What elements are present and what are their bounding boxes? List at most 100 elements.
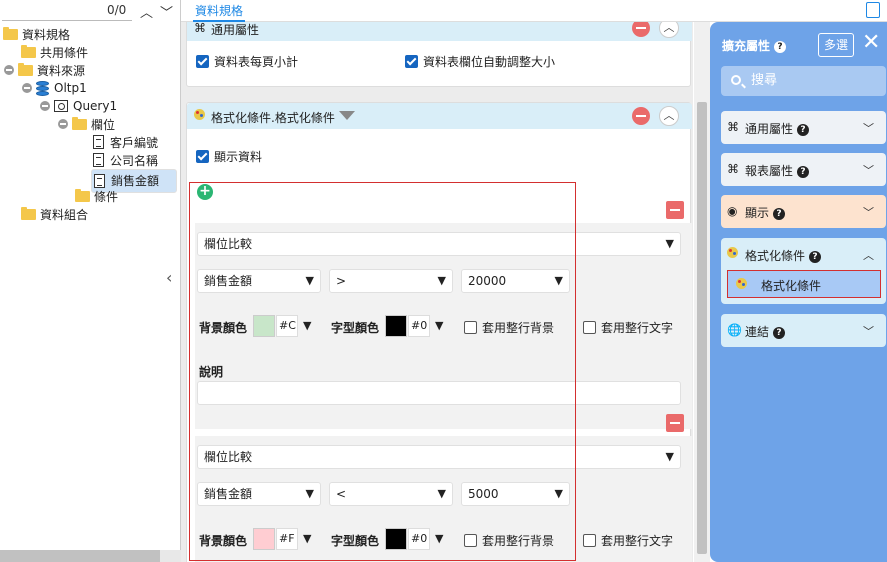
row-text-checkbox[interactable]: 套用整行文字	[583, 319, 673, 336]
help-icon[interactable]: ?	[773, 326, 786, 339]
section-display[interactable]: ◉ 顯示? ﹀	[721, 195, 886, 228]
tree-node-company[interactable]: 公司名稱	[93, 151, 158, 169]
row-bg-checkbox[interactable]: 套用整行背景	[464, 532, 554, 549]
close-icon[interactable]: ✕	[862, 32, 880, 54]
card-title: 格式化條件.格式化條件	[211, 111, 335, 125]
help-icon[interactable]: ?	[773, 207, 786, 220]
value-select[interactable]: 20000 ▼	[461, 269, 570, 293]
tree-node-spec[interactable]: 資料規格	[3, 25, 70, 43]
field-select[interactable]: 銷售金額 ▼	[197, 269, 321, 293]
bg-color-swatch[interactable]	[253, 315, 275, 337]
section-link[interactable]: 🌐 連結? ﹀	[721, 314, 886, 347]
tree-node-label: 資料規格	[22, 27, 71, 42]
scrollbar-thumb[interactable]	[0, 550, 160, 562]
section-general[interactable]: ⌘ 通用屬性? ﹀	[721, 111, 886, 144]
operator-select[interactable]: < ▼	[329, 482, 453, 506]
horizontal-scrollbar[interactable]	[0, 550, 181, 562]
value-select[interactable]: 5000 ▼	[461, 482, 570, 506]
tree-node-label: Oltp1	[54, 81, 87, 95]
dropdown-caret-icon[interactable]	[339, 111, 355, 120]
multi-select-button[interactable]: 多選	[818, 33, 854, 57]
checkbox-label: 套用整行文字	[601, 534, 674, 548]
section-label: 通用屬性	[745, 122, 794, 136]
rule-type-select[interactable]: 欄位比較 ▼	[197, 232, 681, 256]
help-icon[interactable]: ?	[797, 165, 810, 178]
show-data-checkbox[interactable]: 顯示資料	[196, 148, 262, 165]
search-placeholder: 搜尋	[751, 73, 778, 88]
font-color-swatch[interactable]	[385, 528, 407, 550]
collapse-button[interactable]: ︿	[659, 22, 679, 38]
subtotal-checkbox[interactable]: 資料表每頁小計	[196, 53, 298, 70]
tree-node-source[interactable]: 資料來源	[4, 61, 85, 79]
tree-node-fields[interactable]: 欄位	[58, 115, 115, 133]
caret-down-icon[interactable]: ▼	[435, 319, 443, 332]
font-color-input[interactable]: #0	[408, 315, 430, 337]
operator-select[interactable]: > ▼	[329, 269, 453, 293]
command-icon: ⌘	[727, 120, 739, 134]
select-value: 20000	[468, 274, 507, 288]
help-icon[interactable]: ?	[797, 123, 810, 136]
row-bg-checkbox[interactable]: 套用整行背景	[464, 319, 554, 336]
page-icon[interactable]	[866, 2, 880, 18]
font-color-input[interactable]: #0	[408, 528, 430, 550]
remove-button[interactable]	[632, 107, 650, 125]
format-card-header[interactable]: 格式化條件.格式化條件 ︿	[187, 103, 692, 129]
tree-node-query1[interactable]: Query1	[40, 97, 117, 115]
general-card-header[interactable]: ⌘ 通用屬性 ︿	[187, 22, 692, 41]
bg-color-input[interactable]: #F	[276, 528, 298, 550]
checkbox-unchecked-icon	[583, 534, 596, 547]
vertical-scrollbar[interactable]	[694, 22, 710, 562]
row-text-checkbox[interactable]: 套用整行文字	[583, 532, 673, 549]
select-value: 銷售金額	[204, 487, 253, 501]
tree-node-customer-id[interactable]: 客戶編號	[93, 133, 158, 151]
tree-node-combine[interactable]: 資料組合	[21, 205, 88, 223]
add-rule-button[interactable]: +	[197, 184, 213, 200]
tree-node-shared[interactable]: 共用條件	[21, 43, 88, 61]
collapse-toggle-icon[interactable]	[40, 101, 50, 111]
tab-spec[interactable]: 資料規格	[193, 0, 246, 22]
chevron-down-icon: ﹀	[863, 206, 874, 219]
remove-rule-button[interactable]	[666, 414, 684, 432]
chevron-up-icon: ︿	[863, 249, 874, 262]
caret-down-icon[interactable]: ▼	[435, 532, 443, 545]
collapse-button[interactable]: ︿	[659, 106, 679, 126]
bg-color-input[interactable]: #C	[276, 315, 298, 337]
select-value: 欄位比較	[204, 237, 253, 251]
tree-node-oltp1[interactable]: Oltp1	[22, 79, 87, 97]
folder-icon	[21, 44, 36, 58]
caret-down-icon[interactable]: ▼	[303, 319, 311, 332]
caret-down-icon: ▼	[665, 237, 674, 250]
description-input[interactable]	[197, 381, 681, 405]
scrollbar-thumb[interactable]	[697, 102, 707, 554]
section-report[interactable]: ⌘ 報表屬性? ﹀	[721, 153, 886, 186]
folder-icon	[72, 116, 87, 130]
bg-color-swatch[interactable]	[253, 528, 275, 550]
checkbox-unchecked-icon	[464, 321, 477, 334]
font-color-swatch[interactable]	[385, 315, 407, 337]
help-icon[interactable]: ?	[809, 250, 822, 263]
tree-node-label: 資料來源	[37, 63, 86, 78]
autosize-checkbox[interactable]: 資料表欄位自動調整大小	[405, 53, 555, 70]
collapse-toggle-icon[interactable]	[58, 119, 68, 129]
chevron-down-icon[interactable]: ﹀	[160, 2, 173, 21]
remove-rule-button[interactable]	[666, 201, 684, 219]
collapse-panel-icon[interactable]: ‹	[166, 268, 172, 287]
section-label: 格式化條件	[745, 249, 806, 263]
remove-button[interactable]	[632, 22, 650, 37]
chevron-up-icon[interactable]: ︿	[140, 2, 153, 21]
eye-icon: ◉	[727, 204, 738, 218]
panel-search-input[interactable]: 搜尋	[721, 66, 886, 96]
field-select[interactable]: 銷售金額 ▼	[197, 482, 321, 506]
tree-search-input[interactable]	[2, 20, 132, 21]
rule-type-select[interactable]: 欄位比較 ▼	[197, 445, 681, 469]
checkbox-checked-icon	[196, 55, 209, 68]
tree-node-conditions[interactable]: 條件	[75, 187, 118, 205]
sub-item-format-condition[interactable]: 格式化條件	[727, 270, 881, 298]
help-icon[interactable]: ?	[774, 40, 787, 53]
tree-node-label: Query1	[73, 99, 118, 113]
caret-down-icon: ▼	[305, 487, 314, 500]
chevron-down-icon: ﹀	[863, 122, 874, 135]
collapse-toggle-icon[interactable]	[4, 65, 14, 75]
collapse-toggle-icon[interactable]	[22, 83, 32, 93]
caret-down-icon[interactable]: ▼	[303, 532, 311, 545]
